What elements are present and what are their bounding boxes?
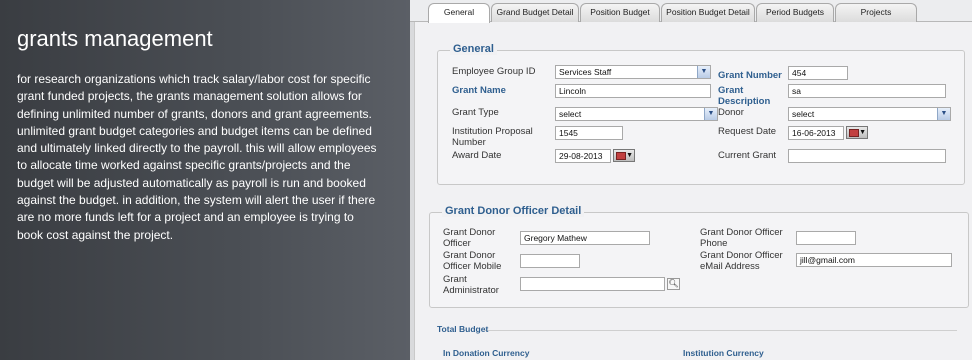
calendar-icon[interactable]: ▼ (613, 149, 635, 162)
chevron-down-icon[interactable]: ▼ (697, 66, 710, 78)
current-grant-field[interactable] (788, 149, 946, 163)
grant-administrator-field[interactable] (520, 277, 665, 291)
donor-officer-legend: Grant Donor Officer Detail (442, 205, 585, 217)
grant-type-value: select (559, 109, 582, 119)
institution-proposal-label: Institution Proposal Number (452, 126, 533, 148)
donor-select[interactable]: select ▼ (788, 107, 951, 121)
tab-general[interactable]: General (428, 3, 490, 23)
award-date-label: Award Date (452, 150, 502, 161)
total-budget-header: Total Budget (437, 324, 489, 334)
request-date-field[interactable]: 16-06-2013 (788, 126, 844, 140)
tab-content-general: General Employee Group ID Services Staff… (414, 22, 972, 324)
donor-officer-field[interactable]: Gregory Mathew (520, 231, 650, 245)
grant-type-label: Grant Type (452, 107, 499, 118)
grant-number-field[interactable]: 454 (788, 66, 848, 80)
general-section: General Employee Group ID Services Staff… (437, 43, 965, 185)
budget-panel: Total Budget In Donation Currency Instit… (410, 324, 972, 360)
magnifier-icon[interactable]: 🔍︎ (667, 278, 680, 290)
chevron-down-icon[interactable]: ▼ (937, 108, 950, 120)
donor-officer-label: Grant Donor Officer (443, 227, 496, 249)
donor-value: select (792, 109, 815, 119)
promo-panel: grants management for research organizat… (0, 0, 410, 360)
grant-type-select[interactable]: select ▼ (555, 107, 718, 121)
donor-officer-mobile-label: Grant Donor Officer Mobile (443, 250, 502, 272)
donor-officer-phone-label: Grant Donor Officer Phone (700, 227, 783, 249)
grant-form-window: General Grand Budget Detail Position Bud… (410, 0, 972, 360)
promo-body: for research organizations which track s… (17, 72, 377, 242)
request-date-label: Request Date (718, 126, 777, 137)
tab-position-budget-detail[interactable]: Position Budget Detail (661, 3, 755, 22)
promo-heading: grants management (17, 26, 213, 51)
donor-label: Donor (718, 107, 744, 118)
donor-officer-mobile-field[interactable] (520, 254, 580, 268)
grant-name-field[interactable]: Lincoln (555, 84, 711, 98)
tab-grand-budget-detail[interactable]: Grand Budget Detail (491, 3, 579, 22)
institution-currency-label: Institution Currency (683, 348, 764, 358)
donation-currency-label: In Donation Currency (443, 348, 530, 358)
tab-projects[interactable]: Projects (835, 3, 917, 22)
calendar-icon[interactable]: ▼ (846, 126, 868, 139)
general-legend: General (450, 43, 497, 55)
tab-period-budgets[interactable]: Period Budgets (756, 3, 834, 22)
grant-administrator-label: Grant Administrator (443, 274, 499, 296)
current-grant-label: Current Grant (718, 150, 777, 161)
budget-strip: Total Budget In Donation Currency Instit… (414, 324, 972, 360)
donor-officer-email-field[interactable]: jill@gmail.com (796, 253, 952, 267)
grant-description-field[interactable]: sa (788, 84, 946, 98)
donor-officer-email-label: Grant Donor Officer eMail Address (700, 250, 783, 272)
chevron-down-icon[interactable]: ▼ (704, 108, 717, 120)
employee-group-value: Services Staff (559, 67, 612, 77)
institution-proposal-field[interactable]: 1545 (555, 126, 623, 140)
grant-number-label: Grant Number (718, 70, 782, 81)
grant-description-label: Grant Description (718, 85, 771, 107)
tab-bar: General Grand Budget Detail Position Bud… (410, 0, 972, 23)
tab-position-budget[interactable]: Position Budget (580, 3, 660, 22)
grant-name-label: Grant Name (452, 85, 506, 96)
employee-group-select[interactable]: Services Staff ▼ (555, 65, 711, 79)
award-date-field[interactable]: 29-08-2013 (555, 149, 611, 163)
donor-officer-phone-field[interactable] (796, 231, 856, 245)
budget-divider (485, 330, 957, 331)
employee-group-label: Employee Group ID (452, 66, 536, 77)
donor-officer-section: Grant Donor Officer Detail Grant Donor O… (429, 205, 969, 308)
